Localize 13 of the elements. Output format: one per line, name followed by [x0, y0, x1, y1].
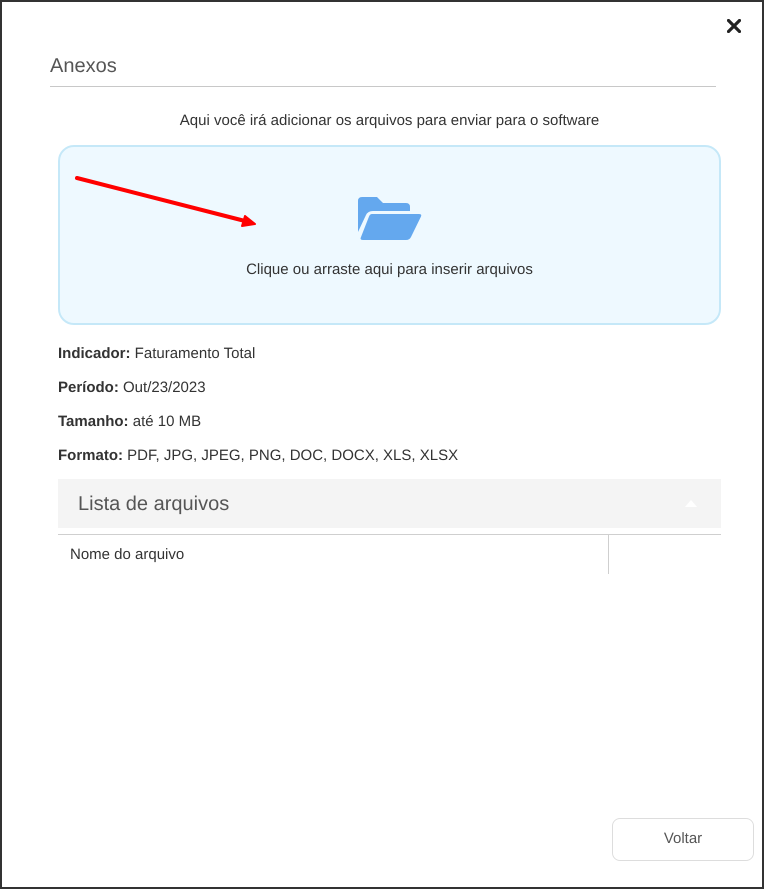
folder-icon [358, 197, 422, 240]
detail-line: Formato: PDF, JPG, JPEG, PNG, DOC, DOCX, XLS, XLSX [58, 446, 460, 466]
detail-line: Período: Out/23/2023 [58, 378, 207, 398]
dialog-title: Anexos [50, 54, 118, 79]
detail-line: Indicador: Faturamento Total [58, 344, 256, 364]
close-button[interactable] [726, 18, 742, 34]
detail-line: Tamanho: até 10 MB [58, 412, 202, 432]
intro-text: Aqui você irá adicionar os arquivos para enviar para o software [178, 111, 600, 131]
column-header: Nome do arquivo [70, 544, 184, 564]
close-icon [727, 19, 741, 33]
file-list-header[interactable]: Lista de arquivos [58, 479, 721, 528]
back-button[interactable]: Voltar [612, 818, 754, 861]
dropzone[interactable]: Clique ou arraste aqui para inserir arquivos [58, 145, 721, 325]
